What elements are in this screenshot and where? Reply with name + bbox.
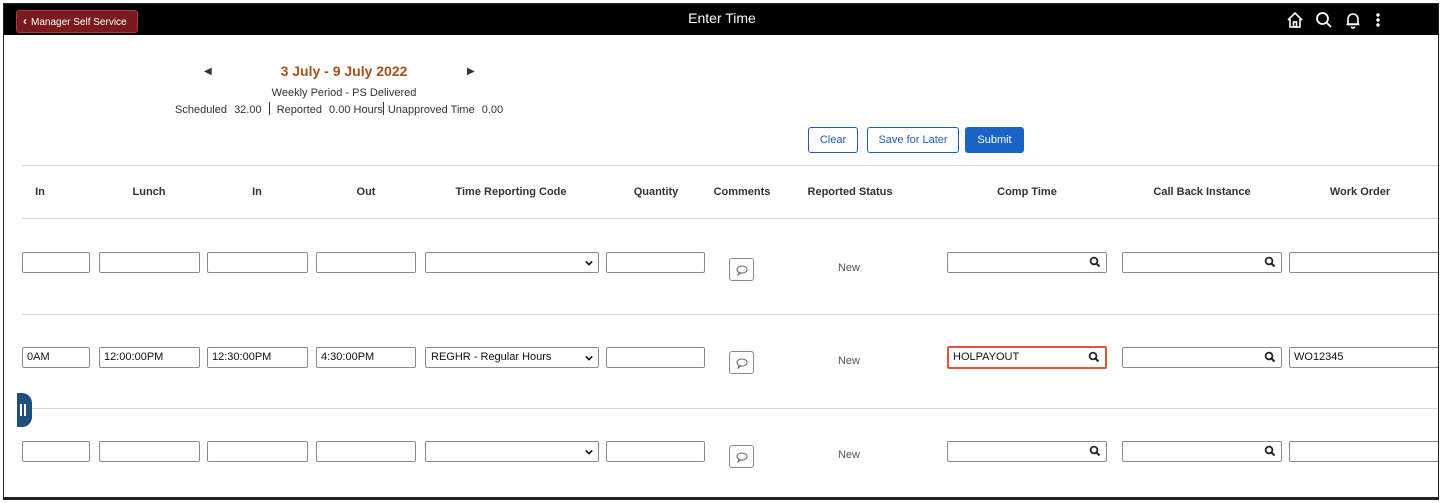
col-header-out: Out [356, 186, 376, 198]
enter-time-page: ‹ Manager Self Service Enter Time ◀ ▶ 3 J… [3, 3, 1439, 500]
pause-bar-icon [20, 404, 22, 416]
work-order-input[interactable] [1289, 441, 1438, 462]
out-time-input[interactable]: 4:30:00PM [316, 347, 416, 368]
col-header-reported-status: Reported Status [807, 186, 893, 198]
comment-button[interactable] [729, 351, 754, 374]
pause-bar-icon [24, 404, 26, 416]
chevron-down-icon [585, 260, 593, 266]
comment-icon [736, 265, 748, 276]
home-icon[interactable] [1285, 10, 1305, 30]
in-time-input[interactable] [22, 252, 90, 273]
reported-value: 0.00 Hours [329, 104, 383, 116]
divider [22, 499, 1439, 500]
reported-status: New [837, 355, 860, 367]
lookup-search-icon[interactable] [1088, 351, 1100, 363]
period-subtitle: Weekly Period - PS Delivered [271, 87, 417, 99]
time-reporting-code-select[interactable] [425, 441, 599, 462]
time-reporting-code-value: REGHR - Regular Hours [431, 351, 552, 363]
comp-time-input[interactable]: HOLPAYOUT [947, 346, 1107, 369]
in-time-input[interactable]: 0AM [22, 347, 90, 368]
header-bar: ‹ Manager Self Service Enter Time [4, 4, 1438, 35]
scheduled-value: 32.00 [234, 104, 262, 116]
unapproved-value: 0.00 [481, 104, 504, 116]
col-header-time-reporting-code: Time Reporting Code [455, 186, 567, 198]
col-header-in: In [35, 186, 45, 198]
call-back-instance-input[interactable] [1122, 347, 1282, 368]
submit-button[interactable]: Submit [965, 127, 1024, 153]
reported-status: New [837, 262, 860, 274]
comp-time-value: HOLPAYOUT [953, 351, 1020, 363]
lookup-search-icon[interactable] [1089, 256, 1101, 268]
clear-button[interactable]: Clear [808, 127, 858, 153]
bell-icon[interactable] [1343, 10, 1363, 30]
divider [22, 314, 1438, 315]
out-time-input[interactable] [316, 252, 416, 273]
call-back-instance-input[interactable] [1122, 252, 1282, 273]
lookup-search-icon[interactable] [1264, 445, 1276, 457]
lunch-time-input[interactable] [99, 252, 200, 273]
lookup-search-icon[interactable] [1264, 256, 1276, 268]
chevron-down-icon [585, 355, 593, 361]
page-title: Enter Time [688, 10, 756, 26]
lookup-search-icon[interactable] [1264, 351, 1276, 363]
previous-period-icon[interactable]: ◀ [204, 66, 212, 77]
comment-button[interactable] [729, 445, 754, 468]
search-icon[interactable] [1314, 10, 1334, 30]
comp-time-input[interactable] [947, 441, 1107, 462]
save-for-later-button[interactable]: Save for Later [867, 127, 959, 153]
lunch-time-input[interactable]: 12:00:00PM [99, 347, 200, 368]
more-vertical-icon[interactable] [1368, 10, 1388, 30]
divider [22, 165, 1438, 166]
lookup-search-icon[interactable] [1089, 445, 1101, 457]
col-header-quantity: Quantity [633, 186, 679, 198]
unapproved-label: Unapproved Time [387, 104, 475, 116]
in-time-input[interactable] [22, 441, 90, 462]
divider [268, 102, 270, 115]
col-header-in-2: In [252, 186, 262, 198]
period-title: 3 July - 9 July 2022 [280, 63, 408, 79]
col-header-call-back-instance: Call Back Instance [1153, 186, 1251, 198]
quantity-input[interactable] [606, 347, 705, 368]
divider [22, 408, 1438, 409]
in-time-2-input[interactable]: 12:30:00PM [207, 347, 308, 368]
work-order-input[interactable]: WO12345 [1289, 347, 1438, 368]
side-panel-toggle[interactable] [17, 393, 32, 427]
col-header-comments: Comments [713, 186, 771, 198]
lunch-time-input[interactable] [99, 441, 200, 462]
time-reporting-code-select[interactable] [425, 252, 599, 273]
col-header-comp-time: Comp Time [997, 186, 1057, 198]
in-time-2-input[interactable] [207, 441, 308, 462]
reported-status: New [837, 449, 860, 461]
scheduled-label: Scheduled [175, 104, 227, 116]
comment-icon [736, 358, 748, 369]
col-header-lunch: Lunch [132, 186, 166, 198]
comp-time-input[interactable] [947, 252, 1107, 273]
out-time-input[interactable] [316, 441, 416, 462]
comment-button[interactable] [729, 258, 754, 281]
work-order-input[interactable] [1289, 252, 1438, 273]
col-header-work-order: Work Order [1329, 186, 1391, 198]
divider [382, 102, 384, 115]
quantity-input[interactable] [606, 441, 705, 462]
reported-label: Reported [276, 104, 322, 116]
quantity-input[interactable] [606, 252, 705, 273]
time-summary: Scheduled 32.00 Reported 0.00 Hours Unapp… [175, 102, 503, 116]
in-time-2-input[interactable] [207, 252, 308, 273]
call-back-instance-input[interactable] [1122, 441, 1282, 462]
chevron-down-icon [585, 449, 593, 455]
comment-icon [736, 452, 748, 463]
next-period-icon[interactable]: ▶ [467, 66, 475, 77]
time-reporting-code-select[interactable]: REGHR - Regular Hours [425, 347, 599, 368]
divider [22, 218, 1438, 219]
